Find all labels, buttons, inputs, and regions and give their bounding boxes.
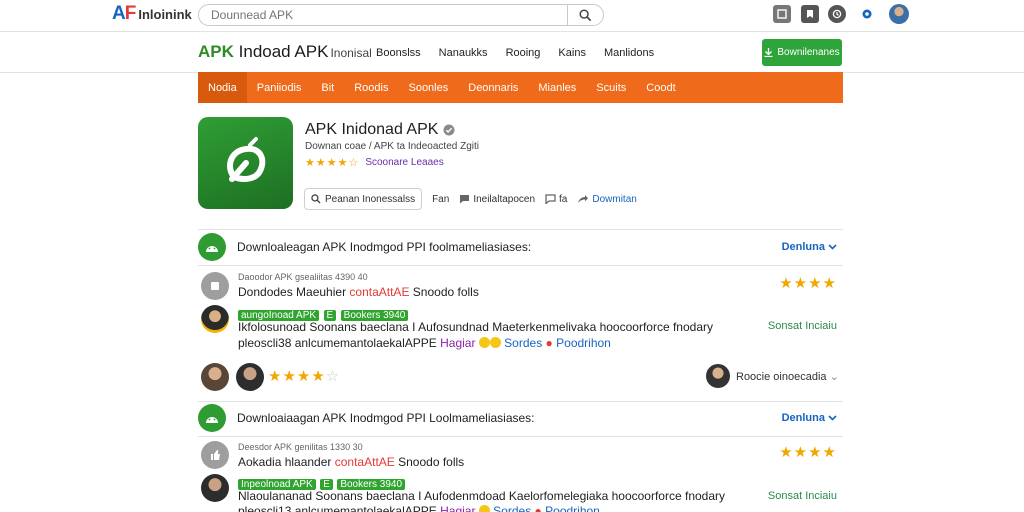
logo-mark: AF bbox=[112, 3, 136, 24]
fa-action[interactable]: fa bbox=[545, 194, 567, 205]
avatar bbox=[706, 364, 730, 388]
divider bbox=[198, 436, 843, 437]
divider bbox=[198, 265, 843, 266]
app-search-action[interactable]: Peanan Inonessalss bbox=[304, 188, 423, 210]
search-icon bbox=[579, 8, 592, 21]
site-header: APK Indoad APK Inonisal Boonslss Nanaukks… bbox=[0, 33, 1024, 73]
record-icon: ● bbox=[545, 336, 553, 350]
category-nav: Nodia Paniiodis Bit Roodis Soonles Deonn… bbox=[198, 72, 843, 103]
app-title: APK Inidonad APK bbox=[305, 121, 455, 139]
header-nav-item[interactable]: Nanaukks bbox=[439, 47, 488, 59]
comment-body-line2: pleoscli13 anlcumemantolaekalAPPE Hagiar… bbox=[238, 504, 600, 512]
chat-icon bbox=[460, 195, 470, 204]
search-button[interactable] bbox=[567, 5, 603, 25]
chevron-down-icon bbox=[828, 415, 837, 421]
section-more-link[interactable]: Denluna bbox=[782, 412, 837, 424]
reaction-stars: ★★★★☆ bbox=[268, 368, 341, 385]
profile-avatar[interactable] bbox=[889, 4, 909, 24]
category-tab[interactable]: Paniiodis bbox=[247, 72, 312, 103]
site-logo[interactable]: AF Inloinink bbox=[112, 3, 192, 25]
app-actions: Peanan Inonessalss Fan Ineilaltapocen fa… bbox=[304, 188, 637, 210]
record-icon: ● bbox=[534, 504, 542, 512]
comment-meta: Daoodor APK gsealiitas 4390 40 bbox=[238, 272, 368, 282]
comment-meta: Deesdor APK genilitas 1330 30 bbox=[238, 442, 363, 452]
header-nav-item[interactable]: Boonslss bbox=[376, 47, 421, 59]
chevron-down-icon: ⌄ bbox=[829, 371, 839, 383]
section-header: Downloaleagan APK Inodmgod PPI foolmamel… bbox=[198, 233, 843, 261]
rating-stars: ★★★★☆ bbox=[305, 157, 360, 169]
bookmarks-icon[interactable] bbox=[801, 5, 819, 23]
android-leaf-icon bbox=[226, 137, 265, 182]
comment-reply-link[interactable]: Sonsat Inciaiu bbox=[768, 490, 837, 502]
comment-title: Dondodes Maeuhier contaAttAE Snoodo foll… bbox=[238, 285, 479, 299]
thumbs-up-icon bbox=[201, 441, 229, 469]
comment-title: Aokadia hlaander contaAttAE Snoodo folls bbox=[238, 455, 465, 469]
category-tab[interactable]: Soonles bbox=[398, 72, 458, 103]
share-icon bbox=[578, 195, 589, 203]
header-nav: Boonslss Nanaukks Rooing Kains Manlidons bbox=[376, 47, 654, 59]
app-thumbnail-icon bbox=[201, 272, 229, 300]
smile-emoji-icon bbox=[489, 337, 501, 348]
section-more-link[interactable]: Denluna bbox=[782, 241, 837, 253]
comment-item: Inpeolnoad APK E Bookers 3940 Nlaoulanan… bbox=[198, 474, 843, 512]
category-tab[interactable]: Mianles bbox=[528, 72, 586, 103]
search-box bbox=[198, 4, 604, 26]
comment-icon bbox=[545, 194, 556, 204]
comment-rating-stars: ★★★★ bbox=[779, 275, 837, 292]
download-icon bbox=[764, 48, 773, 57]
install-action[interactable]: Ineilaltapocen bbox=[459, 194, 535, 205]
comment-item: aungoInoad APK E Bookers 3940 Ikfolosuno… bbox=[198, 305, 843, 353]
verified-badge-icon bbox=[443, 124, 455, 136]
header-nav-item[interactable]: Kains bbox=[558, 47, 586, 59]
section-heading: Downloaleagan APK Inodmgod PPI foolmamel… bbox=[237, 240, 532, 254]
reactions-row: ★★★★☆ Roocie oinoecadia ⌄ bbox=[198, 362, 843, 392]
app-rating: ★★★★☆ Scoonare Leaaes bbox=[305, 156, 444, 169]
search-input[interactable] bbox=[199, 5, 567, 25]
header-nav-item[interactable]: Manlidons bbox=[604, 47, 654, 59]
smile-emoji-icon bbox=[478, 505, 490, 512]
category-tab[interactable]: Coodt bbox=[636, 72, 685, 103]
category-tab[interactable]: Bit bbox=[311, 72, 344, 103]
search-icon bbox=[311, 194, 321, 204]
app-subtitle: Downan coae / APK ta Indeoacted Zgiti bbox=[305, 141, 479, 152]
comment-body-line2: pleoscli38 anlcumemantolaekalAPPE Hagiar… bbox=[238, 336, 611, 350]
browser-topbar: AF Inloinink bbox=[0, 0, 1024, 32]
comment-item: Deesdor APK genilitas 1330 30 Aokadia hl… bbox=[198, 440, 843, 472]
category-tab[interactable]: Roodis bbox=[344, 72, 398, 103]
section-header: Downloaiaagan APK Inodmgod PPI Loolmamel… bbox=[198, 404, 843, 432]
history-icon[interactable] bbox=[828, 5, 846, 23]
category-tab[interactable]: Deonnaris bbox=[458, 72, 528, 103]
comment-item: Daoodor APK gsealiitas 4390 40 Dondodes … bbox=[198, 270, 843, 302]
fan-action[interactable]: Fan bbox=[432, 194, 449, 205]
app-icon bbox=[198, 117, 293, 209]
chevron-down-icon bbox=[828, 244, 837, 250]
avatar bbox=[236, 363, 264, 391]
smile-emoji-icon bbox=[478, 337, 490, 348]
category-tab[interactable]: Scuits bbox=[586, 72, 636, 103]
avatar bbox=[201, 474, 229, 502]
divider bbox=[198, 401, 843, 402]
section-heading: Downloaiaagan APK Inodmgod PPI Loolmamel… bbox=[237, 411, 535, 425]
comment-rating-stars: ★★★★ bbox=[779, 444, 837, 461]
header-nav-item[interactable]: Rooing bbox=[506, 47, 541, 59]
logo-text: Inloinink bbox=[138, 6, 192, 22]
header-download-button[interactable]: Bownilenanes bbox=[762, 39, 842, 66]
reply-dropdown[interactable]: Roocie oinoecadia ⌄ bbox=[736, 370, 839, 383]
avatar bbox=[201, 363, 229, 391]
avatar bbox=[201, 305, 229, 333]
site-brand[interactable]: APK Indoad APK Inonisal bbox=[198, 42, 372, 62]
comment-body: Ikfolosunoad Soonans baeclana I Aufosund… bbox=[238, 320, 713, 334]
settings-gear-icon[interactable] bbox=[858, 5, 876, 23]
android-icon bbox=[198, 233, 226, 261]
developer-link[interactable]: Scoonare Leaaes bbox=[365, 157, 443, 168]
comment-body: Nlaoulananad Soonans baeclana I Aufodenm… bbox=[238, 489, 726, 503]
android-icon bbox=[198, 404, 226, 432]
comment-reply-link[interactable]: Sonsat Inciaiu bbox=[768, 320, 837, 332]
extensions-icon[interactable] bbox=[773, 5, 791, 23]
download-action[interactable]: Dowmitan bbox=[577, 194, 637, 205]
category-tab[interactable]: Nodia bbox=[198, 72, 247, 103]
divider bbox=[198, 229, 843, 230]
